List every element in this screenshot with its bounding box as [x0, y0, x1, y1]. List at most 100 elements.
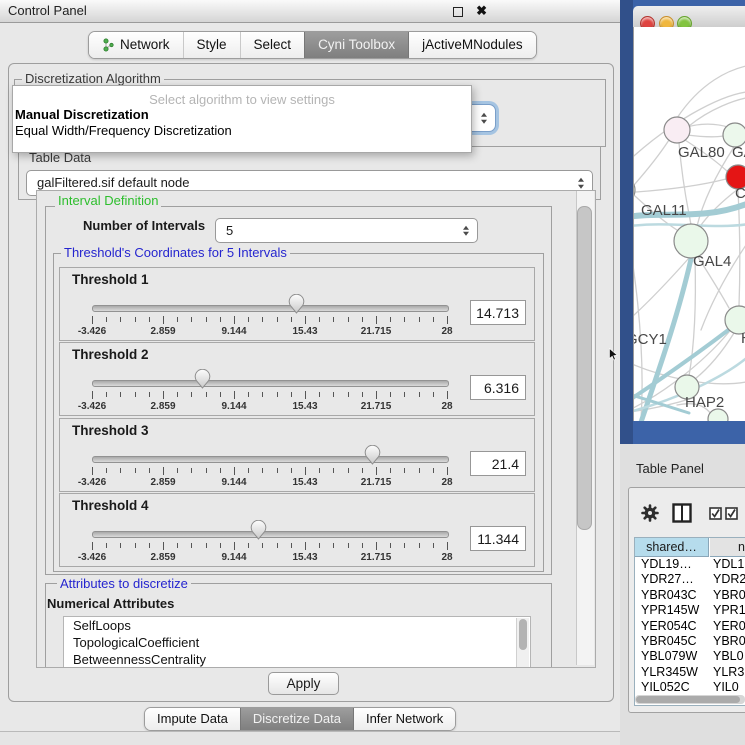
table-row-ydr27[interactable]: YDR27…YDR2: [635, 572, 745, 587]
network-window-titlebar[interactable]: [633, 6, 745, 28]
network-edge: [677, 66, 745, 118]
threshold-value-input[interactable]: 21.4: [470, 451, 526, 476]
slider-tick: [277, 543, 278, 548]
slider-tick: [177, 543, 178, 548]
network-edge: [634, 140, 669, 185]
slider-tick: [177, 392, 178, 397]
network-canvas[interactable]: GAL80GACGAL11GAL4GCY1HHAP2: [633, 27, 745, 421]
slider-tick-label: -3.426: [70, 401, 114, 412]
slider-tick: [234, 542, 235, 550]
slider-thumb[interactable]: [288, 294, 305, 314]
tab-network[interactable]: Network: [89, 32, 183, 58]
slider-tick: [206, 543, 207, 548]
slider-tick: [319, 468, 320, 473]
settings-scrollbar-thumb[interactable]: [577, 206, 592, 530]
split-columns-icon[interactable]: [672, 503, 692, 528]
table-row-ypr145w[interactable]: YPR145WYPR1: [635, 603, 745, 618]
tab-discretize-data[interactable]: Discretize Data: [240, 708, 353, 730]
slider-tick: [220, 392, 221, 397]
slider-tick: [305, 316, 306, 324]
slider-tick: [135, 317, 136, 322]
slider-tick: [135, 543, 136, 548]
threshold-value-input[interactable]: 6.316: [470, 375, 526, 400]
slider-tick: [92, 542, 93, 550]
table-row-yil052c[interactable]: YIL052CYIL0: [635, 680, 745, 695]
tab-label: Discretize Data: [253, 708, 341, 730]
slider-tick: [362, 468, 363, 473]
threshold-2-box: Threshold 2-3.4262.8599.14415.4321.71528…: [59, 342, 535, 416]
list-scrollbar[interactable]: [516, 618, 529, 668]
table-horizontal-scrollbar[interactable]: [635, 695, 745, 704]
slider-track[interactable]: [92, 305, 449, 312]
close-icon[interactable]: ✖: [476, 2, 487, 20]
slider-tick: [277, 317, 278, 322]
attribute-item-selfloops[interactable]: SelfLoops: [64, 617, 530, 634]
cell-name: YLR3: [713, 665, 744, 680]
table-row-ybl079w[interactable]: YBL079WYBL0: [635, 649, 745, 664]
top-tabbar: Network Style SelectCyni ToolboxjActiveMNo…: [88, 31, 537, 59]
cell-shared-name: YDR27…: [641, 572, 694, 587]
slider-tick-label: -3.426: [70, 326, 114, 337]
column-header-shared[interactable]: shared…: [635, 538, 709, 557]
float-window-icon[interactable]: [453, 7, 463, 17]
cell-shared-name: YBR045C: [641, 634, 697, 649]
tab-cyni-toolbox[interactable]: Cyni Toolbox: [304, 32, 408, 58]
slider-thumb[interactable]: [250, 520, 267, 540]
slider-tick: [447, 467, 448, 475]
list-scrollbar-thumb[interactable]: [519, 619, 527, 650]
slider-thumb[interactable]: [194, 369, 211, 389]
threshold-value-input[interactable]: 11.344: [470, 526, 526, 551]
table-row-ybr045c[interactable]: YBR045CYBR0: [635, 634, 745, 649]
network-node-gal11[interactable]: [634, 177, 635, 203]
slider-track[interactable]: [92, 531, 449, 538]
algorithm-option-manual-discretization[interactable]: Manual Discretization: [13, 107, 471, 123]
slider-tick: [163, 542, 164, 550]
slider-tick: [120, 543, 121, 548]
slider-tick: [234, 467, 235, 475]
table-hscrollbar-thumb[interactable]: [636, 696, 740, 703]
slider-tick: [348, 392, 349, 397]
tab-impute-data[interactable]: Impute Data: [145, 708, 240, 730]
stepper-arrows-icon: [578, 178, 584, 189]
algorithm-popup-options: Manual DiscretizationEqual Width/Frequen…: [13, 107, 471, 138]
slider-tick: [305, 467, 306, 475]
table-row-ybr043c[interactable]: YBR043CYBR0: [635, 588, 745, 603]
tab-jactivemnodules[interactable]: jActiveMNodules: [408, 32, 536, 58]
checkboxes-icon[interactable]: [709, 507, 739, 525]
table-row-ylr345w[interactable]: YLR345W YLR3: [635, 665, 745, 680]
apply-button[interactable]: Apply: [268, 672, 339, 695]
slider-tick: [206, 468, 207, 473]
cell-shared-name: YLR345W: [641, 665, 698, 680]
node-label-gal4: GAL4: [693, 253, 731, 270]
tab-style[interactable]: Style: [183, 32, 240, 58]
slider-tick: [319, 392, 320, 397]
thresholds-group-label: Threshold's Coordinates for 5 Intervals: [61, 246, 290, 260]
number-of-intervals-spinner[interactable]: 5: [215, 218, 478, 243]
attribute-item-topologicalcoefficient[interactable]: TopologicalCoefficient: [64, 634, 530, 651]
table-row-yer054c[interactable]: YER054CYER0: [635, 619, 745, 634]
slider-tick: [106, 392, 107, 397]
slider-tick: [433, 468, 434, 473]
slider-tick: [333, 468, 334, 473]
threshold-label: Threshold 4: [72, 498, 149, 513]
tab-infer-network[interactable]: Infer Network: [353, 708, 455, 730]
interval-definition-label: Interval Definition: [55, 194, 161, 208]
slider-tick: [362, 543, 363, 548]
column-header-name[interactable]: na: [710, 538, 745, 557]
slider-tick: [348, 468, 349, 473]
numerical-attributes-list[interactable]: SelfLoopsTopologicalCoefficientBetweenne…: [63, 616, 531, 668]
threshold-value-input[interactable]: 14.713: [470, 300, 526, 325]
slider-track[interactable]: [92, 456, 449, 463]
slider-thumb[interactable]: [364, 445, 381, 465]
threshold-4-box: Threshold 4-3.4262.8599.14415.4321.71528…: [59, 493, 535, 567]
tab-label: Style: [197, 32, 227, 58]
gear-icon[interactable]: [641, 504, 659, 527]
tab-select[interactable]: Select: [240, 32, 305, 58]
attribute-item-betweennesscentrality[interactable]: BetweennessCentrality: [64, 651, 530, 668]
network-node-gal80[interactable]: [664, 117, 690, 143]
slider-tick: [419, 317, 420, 322]
numerical-attributes-label: Numerical Attributes: [47, 596, 174, 611]
table-row-ydl19[interactable]: YDL19…YDL1: [635, 557, 745, 572]
algorithm-option-equal-width-frequency-discretization[interactable]: Equal Width/Frequency Discretization: [13, 123, 471, 139]
slider-track[interactable]: [92, 380, 449, 387]
